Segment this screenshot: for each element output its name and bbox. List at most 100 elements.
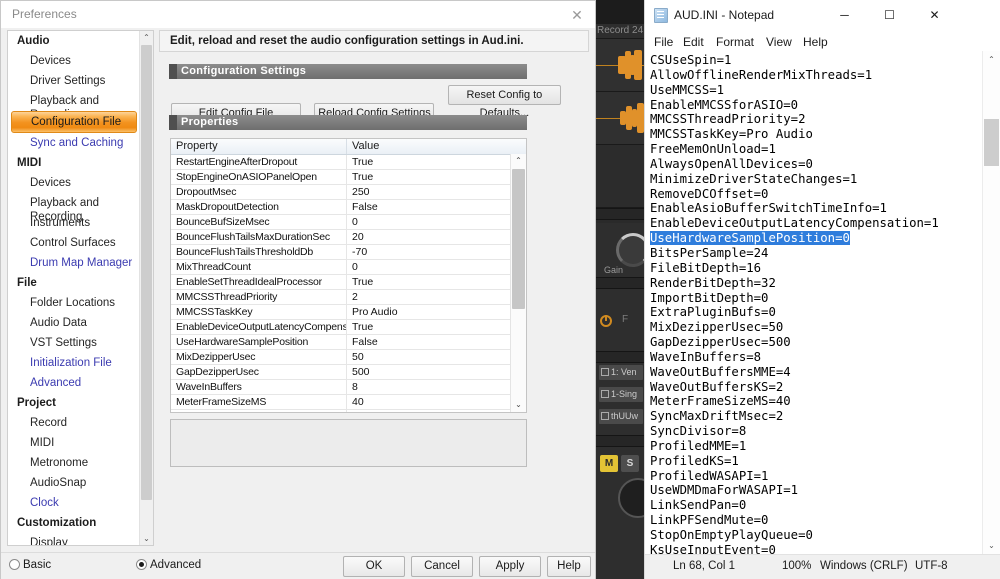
notepad-scroll-up-icon[interactable]: ⌃ xyxy=(983,51,1000,68)
table-row[interactable]: EnableDeviceOutputLatencyCompensation Tru… xyxy=(171,320,526,335)
sidebar-item-control-surfaces[interactable]: Control Surfaces xyxy=(8,233,140,253)
daw-track-label: Record 24 xyxy=(596,24,645,38)
cell-value: 8 xyxy=(352,381,358,393)
sidebar-item-audiosnap[interactable]: AudioSnap xyxy=(8,473,140,493)
scroll-down-icon[interactable]: ⌄ xyxy=(140,532,153,545)
sidebar-item-initialization-file[interactable]: Initialization File xyxy=(8,353,140,373)
ok-button[interactable]: OK xyxy=(343,556,405,577)
scroll-up-icon[interactable]: ⌃ xyxy=(140,31,153,44)
daw-io-slot[interactable]: thUUw xyxy=(599,409,643,424)
close-icon[interactable]: ✕ xyxy=(563,4,591,26)
daw-divider xyxy=(596,277,644,289)
sidebar-item-advanced[interactable]: Advanced xyxy=(8,373,140,393)
sidebar-item-display[interactable]: Display xyxy=(8,533,140,545)
grid-column-value[interactable]: Value xyxy=(347,139,526,154)
cell-value: -70 xyxy=(352,246,368,258)
table-row[interactable]: MMCSSTaskKey Pro Audio xyxy=(171,305,526,320)
help-button[interactable]: Help xyxy=(547,556,591,577)
daw-mute-solo-row[interactable]: M S xyxy=(596,455,644,472)
daw-clip-lane[interactable] xyxy=(596,91,644,145)
close-icon[interactable]: ✕ xyxy=(912,0,957,30)
cell-property: RestartEngineAfterDropout xyxy=(171,155,347,169)
table-row[interactable]: MMCSSThreadPriority 2 xyxy=(171,290,526,305)
table-row[interactable]: WaveInBuffers 8 xyxy=(171,380,526,395)
sidebar-item-vst-settings[interactable]: VST Settings xyxy=(8,333,140,353)
table-row[interactable]: BounceFlushTailsThresholdDb -70 xyxy=(171,245,526,260)
table-row[interactable]: MeterFrameSizeMS 40 xyxy=(171,395,526,410)
sidebar-item-midi[interactable]: MIDI xyxy=(8,433,140,453)
menu-format[interactable]: Format xyxy=(711,33,759,51)
grid-scroll-up-icon[interactable]: ⌃ xyxy=(511,154,526,168)
daw-clip-lane[interactable] xyxy=(596,144,644,208)
menu-view[interactable]: View xyxy=(761,33,797,51)
sidebar-item-playback-and-recording[interactable]: Playback and Recording xyxy=(8,91,140,121)
sidebar-group-midi: MIDI xyxy=(17,157,42,169)
table-row[interactable]: DropoutMsec 250 xyxy=(171,185,526,200)
daw-fx-row[interactable]: F xyxy=(596,314,644,329)
power-icon[interactable] xyxy=(600,315,612,327)
grid-scrollbar[interactable]: ⌃ ⌄ xyxy=(510,154,526,412)
table-row[interactable]: MaskDropoutDetection False xyxy=(171,200,526,215)
properties-header: Properties xyxy=(169,115,527,130)
sidebar-item-metronome[interactable]: Metronome xyxy=(8,453,140,473)
table-row[interactable]: GapDezipperUsec 500 xyxy=(171,365,526,380)
table-row[interactable]: UseWDMDmaForWASAPITrue xyxy=(171,410,526,412)
scrollbar-thumb[interactable] xyxy=(141,45,152,500)
radio-dot-icon xyxy=(136,559,147,570)
sidebar-item-sync-and-caching[interactable]: Sync and Caching xyxy=(8,133,140,153)
apply-button[interactable]: Apply xyxy=(479,556,541,577)
maximize-icon[interactable]: ☐ xyxy=(867,0,912,30)
table-row[interactable]: UseHardwareSamplePosition False xyxy=(171,335,526,350)
notepad-scrollbar[interactable]: ⌃ ⌄ xyxy=(982,51,1000,554)
menu-file[interactable]: File xyxy=(649,33,678,51)
grid-scroll-down-icon[interactable]: ⌄ xyxy=(511,398,526,412)
daw-pan-knob-row[interactable] xyxy=(596,478,658,518)
daw-io-slot[interactable]: 1: Ven xyxy=(599,365,643,380)
pane-description: Edit, reload and reset the audio configu… xyxy=(159,30,589,52)
table-row[interactable]: RestartEngineAfterDropout True xyxy=(171,155,526,170)
cell-property: UseHardwareSamplePosition xyxy=(171,335,347,349)
table-row[interactable]: BounceBufSizeMsec 0 xyxy=(171,215,526,230)
sidebar-scrollbar[interactable]: ⌃ ⌄ xyxy=(139,31,153,545)
daw-io-slot[interactable]: 1-Sing xyxy=(599,387,643,402)
solo-button[interactable]: S xyxy=(621,455,639,472)
cancel-button[interactable]: Cancel xyxy=(411,556,473,577)
daw-clip-lane[interactable] xyxy=(596,38,644,92)
properties-grid[interactable]: Property Value RestartEngineAfterDropout… xyxy=(170,138,527,413)
cell-property: EnableDeviceOutputLatencyCompensation xyxy=(171,320,347,334)
menu-edit[interactable]: Edit xyxy=(678,33,709,51)
sidebar-item-instruments[interactable]: Instruments xyxy=(8,213,140,233)
sidebar-item-folder-locations[interactable]: Folder Locations xyxy=(8,293,140,313)
mute-button[interactable]: M xyxy=(600,455,618,472)
sidebar-item-devices[interactable]: Devices xyxy=(8,173,140,193)
grid-scrollbar-thumb[interactable] xyxy=(512,169,525,309)
daw-gain-knob-area[interactable]: Gain xyxy=(596,231,650,279)
preferences-sidebar: Audio Devices Driver Settings Playback and … xyxy=(7,30,154,546)
menu-help[interactable]: Help xyxy=(798,33,833,51)
preferences-dialog: Preferences ✕ Audio Devices Driver Setting… xyxy=(0,0,596,579)
table-row[interactable]: StopEngineOnASIOPanelOpen True xyxy=(171,170,526,185)
grid-column-property[interactable]: Property xyxy=(171,139,347,154)
advanced-radio[interactable]: Advanced xyxy=(136,559,201,571)
notepad-status-bar: Ln 68, Col 1 100% Windows (CRLF) UTF-8 xyxy=(645,554,1000,579)
sidebar-item-audio-data[interactable]: Audio Data xyxy=(8,313,140,333)
sidebar-item-drum-map-manager[interactable]: Drum Map Manager xyxy=(8,253,140,273)
sidebar-item-clock[interactable]: Clock xyxy=(8,493,140,513)
notepad-scrollbar-thumb[interactable] xyxy=(984,119,999,166)
table-row[interactable]: BounceFlushTailsMaxDurationSec 20 xyxy=(171,230,526,245)
table-row[interactable]: MixDezipperUsec 50 xyxy=(171,350,526,365)
sidebar-item-driver-settings[interactable]: Driver Settings xyxy=(8,71,140,91)
sidebar-item-record[interactable]: Record xyxy=(8,413,140,433)
reset-config-to-defaults-button[interactable]: Reset Config to Defaults... xyxy=(447,85,561,119)
grid-rows: RestartEngineAfterDropout True StopEngineO… xyxy=(171,155,526,412)
table-row[interactable]: MixThreadCount 0 xyxy=(171,260,526,275)
minimize-icon[interactable]: ─ xyxy=(822,0,867,30)
notepad-scroll-down-icon[interactable]: ⌄ xyxy=(983,537,1000,554)
notepad-text-area[interactable]: CSUseSpin=1 AllowOfflineRenderMixThreads… xyxy=(645,51,983,554)
sidebar-item-playback-and-recording[interactable]: Playback and Recording xyxy=(8,193,140,223)
cell-value: True xyxy=(352,171,374,183)
sidebar-item-devices[interactable]: Devices xyxy=(8,51,140,71)
sidebar-item-configuration-file[interactable]: Configuration File xyxy=(11,111,137,133)
basic-radio[interactable]: Basic xyxy=(9,559,51,571)
table-row[interactable]: EnableSetThreadIdealProcessor True xyxy=(171,275,526,290)
